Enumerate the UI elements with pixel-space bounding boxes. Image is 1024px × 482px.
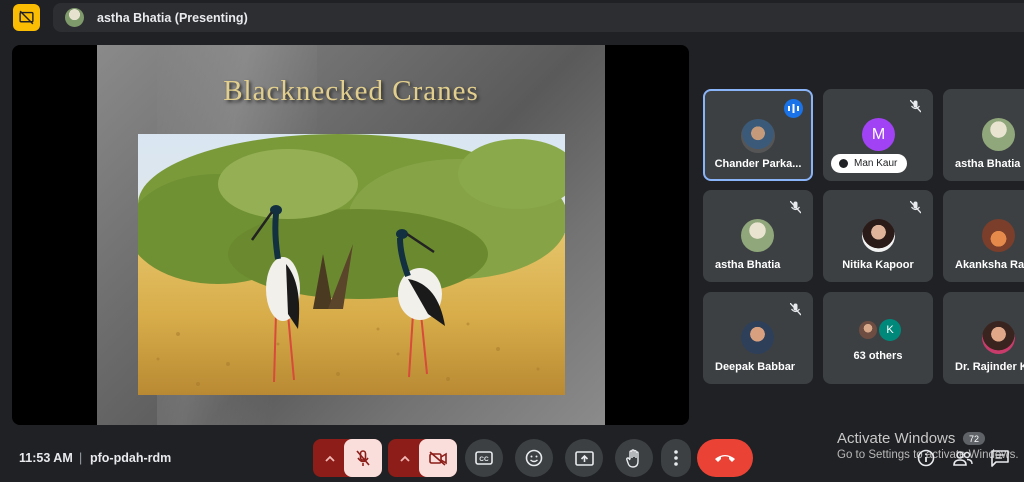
participant-name: Man Kaur <box>854 158 898 169</box>
mic-off-icon <box>787 301 803 317</box>
stop-presenting-button[interactable] <box>13 4 40 31</box>
present-screen-button[interactable] <box>565 439 603 477</box>
present-off-icon <box>19 10 34 25</box>
mic-toggle-button[interactable] <box>344 439 382 477</box>
hand-icon <box>839 159 848 168</box>
meeting-code: pfo-pdah-rdm <box>90 451 172 465</box>
avatar <box>982 118 1015 151</box>
participant-name: Deepak Babbar <box>715 361 796 373</box>
avatar <box>65 8 84 27</box>
chat-button[interactable] <box>990 448 1010 468</box>
participant-tile[interactable]: Akanksha Ran <box>943 190 1024 282</box>
mic-off-icon <box>356 449 370 466</box>
avatar <box>741 219 774 252</box>
call-end-icon <box>715 455 735 462</box>
participant-name: Chander Parka... <box>714 158 802 170</box>
mic-off-icon <box>787 199 803 215</box>
mic-options-button[interactable] <box>315 439 345 477</box>
camera-options-button[interactable] <box>390 439 420 477</box>
participant-name: Dr. Rajinder K <box>955 361 1024 373</box>
camera-toggle-button[interactable] <box>419 439 457 477</box>
participant-name: Akanksha Ran <box>955 259 1024 271</box>
people-icon <box>953 451 973 466</box>
more-vert-icon <box>674 450 678 466</box>
participant-name: Nitika Kapoor <box>842 259 914 271</box>
participant-tile[interactable]: Nitika Kapoor <box>823 190 933 282</box>
more-options-button[interactable] <box>661 439 691 477</box>
participants-overflow-tile[interactable]: K 63 others <box>823 292 933 384</box>
slide-title: Blacknecked Cranes <box>223 75 479 107</box>
participant-tile[interactable]: Deepak Babbar <box>703 292 813 384</box>
avatar: K <box>879 319 901 341</box>
present-to-all-icon <box>574 450 594 466</box>
participant-tile[interactable]: M Man Kaur <box>823 89 933 181</box>
camera-off-icon <box>429 450 447 466</box>
chevron-up-icon <box>400 455 410 462</box>
people-button[interactable] <box>953 448 973 468</box>
captions-icon: CC <box>475 451 493 465</box>
participant-tile[interactable]: astha Bhatia <box>703 190 813 282</box>
presenter-banner: astha Bhatia (Presenting) <box>53 3 1024 32</box>
divider: | <box>79 451 83 465</box>
avatar <box>862 219 895 252</box>
participant-tile[interactable]: Dr. Rajinder K <box>943 292 1024 384</box>
presenter-label: astha Bhatia (Presenting) <box>97 10 248 25</box>
avatar <box>982 219 1015 252</box>
avatar <box>741 119 775 153</box>
svg-text:CC: CC <box>479 456 489 463</box>
emoji-icon <box>525 449 543 467</box>
meeting-details-button[interactable] <box>916 448 936 468</box>
captions-button[interactable]: CC <box>465 439 503 477</box>
hand-icon <box>626 448 639 468</box>
slide: Blacknecked Cranes <box>97 45 605 425</box>
participant-tile[interactable]: astha Bhatia <box>943 89 1024 181</box>
participant-name: astha Bhatia <box>955 158 1021 170</box>
activation-watermark-title: Activate Windows <box>837 430 956 447</box>
avatar <box>982 321 1015 354</box>
participant-name-chip: Man Kaur <box>831 154 907 173</box>
participant-tile[interactable]: Chander Parka... <box>703 89 813 181</box>
mic-off-icon <box>907 98 923 114</box>
leave-call-button[interactable] <box>697 439 753 477</box>
slide-photo <box>138 134 565 395</box>
presentation-stage: Blacknecked Cranes <box>12 45 689 425</box>
chat-icon <box>991 449 1009 467</box>
avatar <box>741 321 774 354</box>
participant-name: 63 others <box>853 350 903 362</box>
clock: 11:53 AM <box>19 451 73 465</box>
participant-count-badge: 72 <box>963 432 985 445</box>
avatar <box>859 321 877 339</box>
reactions-button[interactable] <box>515 439 553 477</box>
avatar-stack: K <box>859 319 909 341</box>
mic-off-icon <box>907 199 923 215</box>
speaking-indicator-icon <box>784 99 803 118</box>
participant-name: astha Bhatia <box>715 259 781 271</box>
avatar: M <box>862 118 895 151</box>
raise-hand-button[interactable] <box>615 439 653 477</box>
info-icon <box>917 449 935 467</box>
chevron-up-icon <box>325 455 335 462</box>
